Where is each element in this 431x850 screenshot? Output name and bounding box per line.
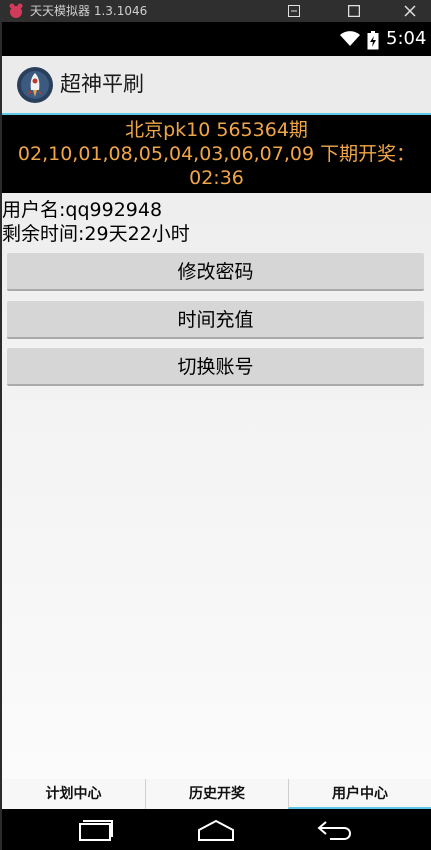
emulator-title-bar: 天天模拟器 1.3.1046 (0, 0, 431, 22)
user-center-content: 用户名:qq992948 剩余时间:29天22小时 修改密码 时间充值 切换账号 (2, 193, 431, 779)
tab-history-draws[interactable]: 历史开奖 (145, 779, 288, 809)
battery-icon (367, 31, 379, 50)
banner-result: 02,10,01,08,05,04,03,06,07,09 下期开奖： (17, 143, 416, 165)
bottom-tab-bar: 计划中心 历史开奖 用户中心 (2, 779, 431, 809)
recent-apps-icon[interactable] (66, 815, 126, 845)
switch-account-button[interactable]: 切换账号 (7, 348, 424, 386)
lottery-banner: 北京pk10 565364期 02,10,01,08,05,04,03,06,0… (2, 115, 431, 193)
close-icon[interactable] (393, 0, 427, 22)
tab-plan-center[interactable]: 计划中心 (2, 779, 145, 809)
banner-issue: 北京pk10 565364期 (125, 119, 308, 141)
back-icon[interactable] (306, 815, 366, 845)
home-icon[interactable] (186, 815, 246, 845)
wifi-icon (340, 31, 360, 46)
action-bar: 超神平刷 (2, 56, 431, 115)
app-title: 超神平刷 (60, 72, 144, 96)
maximize-icon[interactable] (337, 0, 371, 22)
banner-countdown: 02:36 (189, 167, 244, 189)
change-password-button[interactable]: 修改密码 (7, 253, 424, 291)
minimize-icon[interactable] (277, 0, 311, 22)
app-logo-icon (17, 67, 53, 103)
username-label: 用户名:qq992948 (2, 199, 163, 221)
status-bar: 5:04 (2, 22, 431, 56)
emulator-logo-icon (9, 3, 23, 18)
status-time: 5:04 (386, 28, 427, 49)
navigation-bar (2, 809, 431, 850)
recharge-time-button[interactable]: 时间充值 (7, 301, 424, 339)
emulator-title: 天天模拟器 1.3.1046 (30, 4, 148, 18)
phone-screen: 5:04 超神平刷 北京pk10 565364期 02,10,01,08,05,… (2, 22, 431, 850)
remaining-time-label: 剩余时间:29天22小时 (2, 223, 190, 245)
tab-user-center[interactable]: 用户中心 (288, 779, 431, 809)
